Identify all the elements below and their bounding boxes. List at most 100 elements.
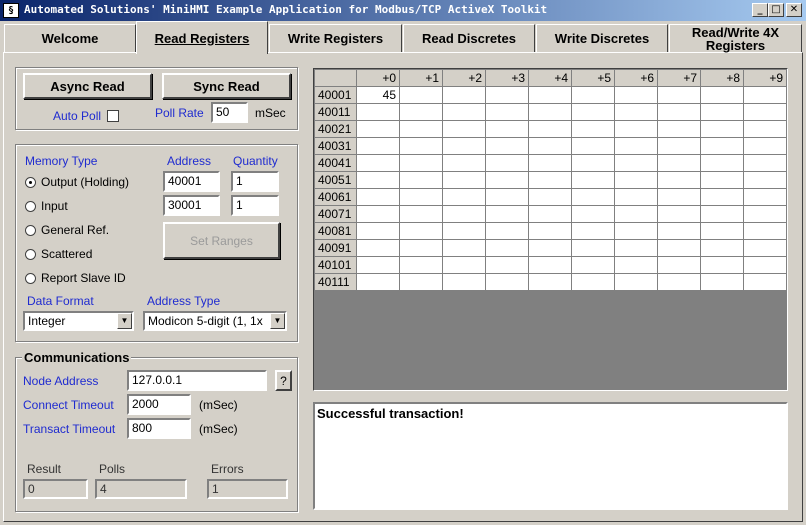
grid-cell[interactable] — [356, 154, 400, 172]
grid-cell[interactable] — [442, 171, 486, 189]
grid-row-header[interactable]: 40011 — [314, 103, 357, 121]
grid-cell[interactable] — [442, 205, 486, 223]
grid-cell[interactable] — [657, 256, 701, 274]
grid-cell[interactable] — [657, 239, 701, 257]
grid-cell[interactable] — [743, 154, 787, 172]
grid-cell[interactable] — [657, 137, 701, 155]
grid-cell[interactable] — [657, 273, 701, 291]
grid-cell[interactable] — [528, 239, 572, 257]
chevron-down-icon[interactable]: ▼ — [117, 313, 132, 329]
grid-cell[interactable] — [743, 273, 787, 291]
grid-cell[interactable] — [700, 86, 744, 104]
grid-cell[interactable] — [700, 137, 744, 155]
grid-column-header[interactable]: +3 — [485, 69, 529, 87]
transact-timeout-input[interactable]: 800 — [127, 418, 191, 439]
grid-cell[interactable] — [743, 103, 787, 121]
grid-cell[interactable] — [442, 256, 486, 274]
grid-cell[interactable] — [614, 86, 658, 104]
grid-cell[interactable] — [614, 239, 658, 257]
quantity-input-1[interactable]: 1 — [231, 171, 279, 192]
grid-cell[interactable] — [399, 256, 443, 274]
grid-cell[interactable] — [356, 222, 400, 240]
grid-cell[interactable] — [485, 103, 529, 121]
grid-cell[interactable] — [657, 154, 701, 172]
grid-row-header[interactable]: 40081 — [314, 222, 357, 240]
grid-cell[interactable] — [700, 256, 744, 274]
grid-cell[interactable] — [571, 103, 615, 121]
grid-column-header[interactable]: +0 — [356, 69, 400, 87]
grid-cell[interactable] — [356, 256, 400, 274]
grid-cell[interactable] — [571, 239, 615, 257]
grid-cell[interactable] — [399, 188, 443, 206]
tab-write-registers[interactable]: Write Registers — [269, 24, 402, 52]
grid-cell[interactable] — [485, 137, 529, 155]
grid-cell[interactable] — [399, 154, 443, 172]
grid-cell[interactable] — [614, 256, 658, 274]
grid-cell[interactable] — [700, 222, 744, 240]
node-address-input[interactable]: 127.0.0.1 — [127, 370, 267, 391]
grid-column-header[interactable]: +8 — [700, 69, 744, 87]
grid-cell[interactable] — [399, 222, 443, 240]
async-read-button[interactable]: Async Read — [23, 73, 152, 99]
tab-read-registers[interactable]: Read Registers — [136, 21, 268, 54]
grid-cell[interactable] — [657, 120, 701, 138]
grid-cell[interactable] — [614, 188, 658, 206]
grid-cell[interactable] — [356, 120, 400, 138]
grid-cell[interactable] — [356, 137, 400, 155]
grid-cell[interactable] — [528, 171, 572, 189]
connect-timeout-input[interactable]: 2000 — [127, 394, 191, 415]
radio-output-holding[interactable] — [25, 177, 36, 188]
grid-cell[interactable] — [356, 171, 400, 189]
quantity-input-2[interactable]: 1 — [231, 195, 279, 216]
grid-cell[interactable] — [485, 273, 529, 291]
grid-cell[interactable] — [442, 239, 486, 257]
address-input-2[interactable]: 30001 — [163, 195, 220, 216]
grid-cell[interactable] — [657, 171, 701, 189]
grid-cell[interactable] — [614, 273, 658, 291]
grid-cell[interactable] — [442, 188, 486, 206]
grid-cell[interactable] — [614, 103, 658, 121]
grid-cell[interactable] — [528, 120, 572, 138]
grid-cell[interactable] — [743, 205, 787, 223]
grid-cell[interactable] — [743, 239, 787, 257]
grid-row-header[interactable]: 40091 — [314, 239, 357, 257]
grid-cell[interactable] — [571, 273, 615, 291]
grid-cell[interactable] — [743, 222, 787, 240]
grid-cell[interactable] — [485, 171, 529, 189]
grid-cell[interactable] — [442, 120, 486, 138]
tab-read-write-4x-registers[interactable]: Read/Write 4X Registers — [669, 24, 802, 52]
maximize-button[interactable]: □ — [768, 3, 784, 17]
address-input-1[interactable]: 40001 — [163, 171, 220, 192]
grid-cell[interactable] — [356, 239, 400, 257]
grid-cell[interactable] — [700, 154, 744, 172]
grid-column-header[interactable]: +5 — [571, 69, 615, 87]
grid-cell[interactable] — [356, 205, 400, 223]
auto-poll-checkbox[interactable] — [107, 110, 119, 122]
grid-row-header[interactable]: 40101 — [314, 256, 357, 274]
grid-row-header[interactable]: 40021 — [314, 120, 357, 138]
grid-cell[interactable] — [399, 103, 443, 121]
grid-cell[interactable] — [657, 188, 701, 206]
grid-cell[interactable] — [657, 222, 701, 240]
data-format-select[interactable]: Integer ▼ — [23, 311, 134, 331]
grid-row-header[interactable]: 40071 — [314, 205, 357, 223]
grid-cell[interactable] — [485, 120, 529, 138]
grid-cell[interactable] — [528, 154, 572, 172]
grid-cell[interactable] — [442, 137, 486, 155]
grid-cell[interactable] — [614, 120, 658, 138]
grid-row-header[interactable]: 40061 — [314, 188, 357, 206]
grid-cell[interactable] — [485, 222, 529, 240]
grid-cell[interactable] — [743, 188, 787, 206]
grid-cell[interactable] — [399, 171, 443, 189]
tab-write-discretes[interactable]: Write Discretes — [536, 24, 668, 52]
grid-cell[interactable]: 45 — [356, 86, 400, 104]
grid-cell[interactable] — [528, 103, 572, 121]
grid-cell[interactable] — [614, 205, 658, 223]
radio-general-ref[interactable] — [25, 225, 36, 236]
grid-column-header[interactable]: +1 — [399, 69, 443, 87]
grid-cell[interactable] — [743, 86, 787, 104]
grid-cell[interactable] — [571, 188, 615, 206]
grid-cell[interactable] — [743, 120, 787, 138]
grid-cell[interactable] — [528, 222, 572, 240]
grid-cell[interactable] — [657, 86, 701, 104]
